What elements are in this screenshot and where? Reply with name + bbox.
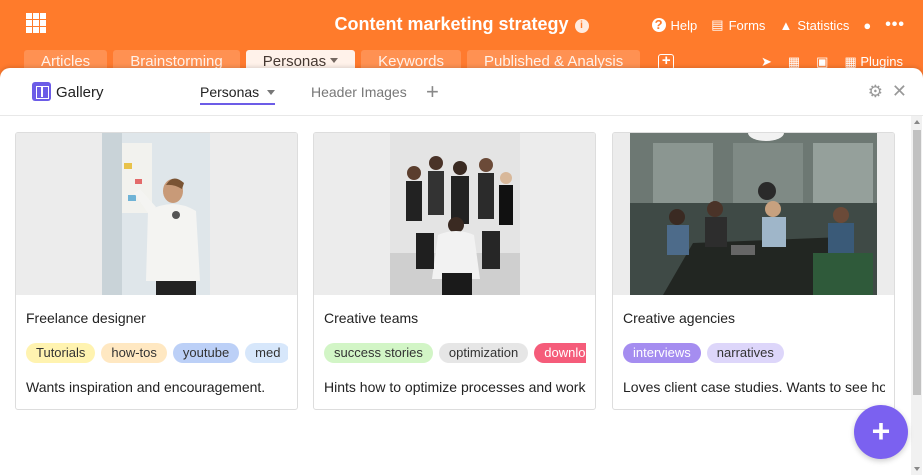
card-description: Loves client case studies. Wants to see … xyxy=(623,379,885,395)
header-actions: ? Help ▤ Forms ▲ Statistics ● ••• xyxy=(638,16,905,34)
close-icon[interactable]: ✕ xyxy=(892,81,907,102)
photo-agency xyxy=(613,133,894,295)
plugins-icon: ▦ xyxy=(844,54,857,69)
view-tab-personas-label: Personas xyxy=(200,84,260,100)
gear-icon[interactable]: ⚙ xyxy=(868,82,883,102)
gallery-icon xyxy=(32,82,51,101)
card-image xyxy=(613,133,894,295)
scroll-up-icon[interactable] xyxy=(914,120,920,124)
tag: youtube xyxy=(172,343,240,363)
modal-title: Gallery xyxy=(56,84,104,101)
help-label: Help xyxy=(670,17,698,33)
gallery-card[interactable]: Creative teams success stories optimizati… xyxy=(313,132,596,410)
statistics-label: Statistics xyxy=(797,17,850,33)
gallery-card[interactable]: Freelance designer Tutorials how-tos youtu… xyxy=(15,132,298,410)
gallery-card[interactable]: Creative agencies interviews narratives L… xyxy=(612,132,895,410)
statistics-icon: ▲ xyxy=(779,17,793,33)
tag: narratives xyxy=(706,343,784,363)
info-icon[interactable]: i xyxy=(574,19,589,33)
app-header: Content marketing strategy i ? Help ▤ For… xyxy=(0,0,923,50)
help-icon: ? xyxy=(651,18,666,32)
plugins-label: Plugins xyxy=(860,54,903,69)
card-description: Hints how to optimize processes and work xyxy=(324,379,586,395)
tag: med xyxy=(245,343,288,363)
chevron-down-icon[interactable] xyxy=(330,58,339,63)
scrollbar-thumb[interactable] xyxy=(913,130,921,395)
table-tabs: Articles Brainstorming Personas Keywords… xyxy=(24,50,675,72)
view-tab-personas[interactable]: Personas xyxy=(200,84,276,105)
tag: Tutorials xyxy=(26,343,96,363)
chevron-down-icon[interactable] xyxy=(267,90,276,95)
base-title-text: Content marketing strategy xyxy=(334,14,569,34)
add-record-button[interactable]: + xyxy=(854,405,908,459)
photo-team xyxy=(314,133,595,295)
forms-icon: ▤ xyxy=(711,17,724,32)
card-image xyxy=(16,133,297,295)
photo-designer xyxy=(16,133,297,295)
scroll-down-icon[interactable] xyxy=(914,467,920,471)
tag: success stories xyxy=(324,343,433,363)
card-title: Freelance designer xyxy=(26,310,146,326)
notifications-bell-icon[interactable]: ● xyxy=(863,18,871,33)
modal-header: Gallery Personas Header Images + ⚙ ✕ xyxy=(0,68,923,116)
card-title: Creative teams xyxy=(324,310,419,326)
card-tags: interviews narratives xyxy=(623,343,885,363)
tag: downlo xyxy=(534,343,586,363)
forms-label: Forms xyxy=(728,17,766,33)
card-image xyxy=(314,133,595,295)
statistics-button[interactable]: ▲ Statistics xyxy=(779,18,849,33)
view-tab-header-images[interactable]: Header Images xyxy=(311,84,407,100)
tag: interviews xyxy=(623,343,701,363)
gallery-modal: Gallery Personas Header Images + ⚙ ✕ Fre… xyxy=(0,68,923,475)
card-tags: success stories optimization downlo xyxy=(324,343,586,363)
forms-button[interactable]: ▤ Forms xyxy=(711,17,765,33)
tag: optimization xyxy=(438,343,529,363)
vertical-scrollbar[interactable] xyxy=(911,116,922,475)
card-title: Creative agencies xyxy=(623,310,736,326)
tag: how-tos xyxy=(101,343,167,363)
help-button[interactable]: ? Help xyxy=(651,17,698,33)
add-view-icon[interactable]: + xyxy=(426,79,439,105)
more-options-icon[interactable]: ••• xyxy=(885,16,905,34)
card-tags: Tutorials how-tos youtube med xyxy=(26,343,288,363)
card-description: Wants inspiration and encouragement. xyxy=(26,379,266,395)
